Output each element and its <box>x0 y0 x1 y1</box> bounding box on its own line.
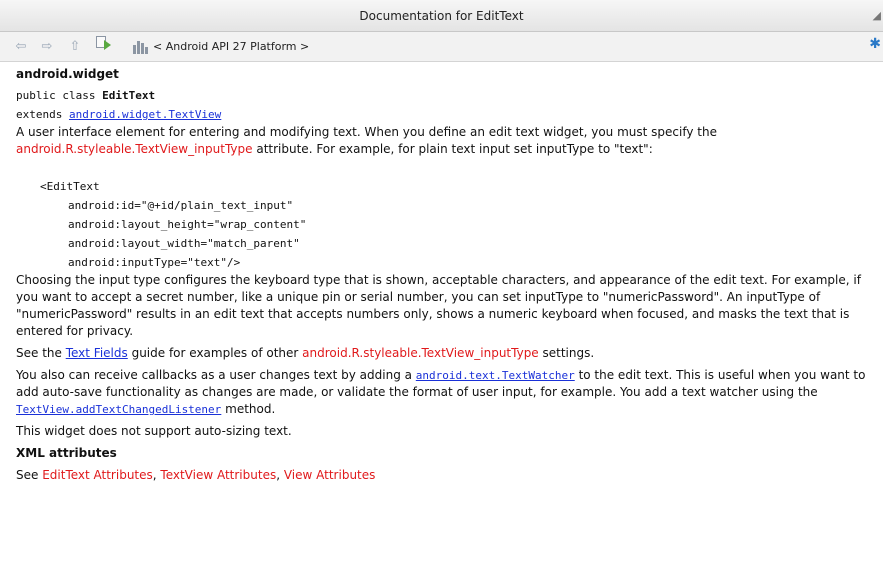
code-line: android:layout_width="match_parent" <box>68 237 300 250</box>
see-text-fields-paragraph: See the Text Fields guide for examples o… <box>16 345 883 362</box>
intro-text-2: attribute. For example, for plain text i… <box>252 142 653 156</box>
window-title: Documentation for EditText <box>359 9 524 23</box>
text-fields-link[interactable]: Text Fields <box>66 346 128 360</box>
p4-prefix: You also can receive callbacks as a user… <box>16 368 416 382</box>
autosizing-note: This widget does not support auto-sizing… <box>16 424 292 438</box>
p3-suffix: settings. <box>538 346 595 360</box>
up-icon[interactable]: ⇧ <box>67 38 83 56</box>
forward-icon[interactable]: ⇨ <box>39 38 55 56</box>
documentation-content: android.widget public class EditText ext… <box>16 66 883 489</box>
code-sample: <EditText android:id="@+id/plain_text_inp… <box>16 163 883 272</box>
code-line: android:inputType="text"/> <box>68 256 241 269</box>
toolbar: ⇦ ⇨ ⇧ <box>0 32 883 62</box>
back-icon[interactable]: ⇦ <box>13 38 29 56</box>
breadcrumb[interactable]: < Android API 27 Platform > <box>153 38 309 56</box>
edittext-attributes-link[interactable]: EditText Attributes <box>42 468 153 482</box>
view-attributes-link[interactable]: View Attributes <box>284 468 376 482</box>
p3-prefix: See the <box>16 346 66 360</box>
extends-link[interactable]: android.widget.TextView <box>69 108 221 121</box>
see-attributes-paragraph: See EditText Attributes, TextView Attrib… <box>16 467 883 484</box>
see-prefix: See <box>16 468 43 482</box>
resize-corner-icon[interactable]: ◢ <box>873 9 881 22</box>
separator: , <box>276 468 284 482</box>
inputtype-reference-2[interactable]: android.R.styleable.TextView_inputType <box>302 346 539 360</box>
decl-prefix: public class <box>16 89 103 102</box>
package-name: android.widget <box>16 67 119 81</box>
class-name: EditText <box>102 89 156 102</box>
title-bar: Documentation for EditText ◢ <box>0 0 883 32</box>
p4-suffix: method. <box>221 402 276 416</box>
intro-paragraph: A user interface element for entering an… <box>16 124 883 158</box>
p3-mid: guide for examples of other <box>127 346 303 360</box>
code-line: android:id="@+id/plain_text_input" <box>68 199 294 212</box>
extends-prefix: extends <box>16 108 69 121</box>
extends-declaration: extends android.widget.TextView <box>16 105 883 124</box>
library-icon <box>133 41 151 54</box>
input-type-paragraph: Choosing the input type configures the k… <box>16 273 861 338</box>
textwatcher-paragraph: You also can receive callbacks as a user… <box>16 367 883 418</box>
xml-attributes-heading: XML attributes <box>16 446 117 460</box>
inputtype-reference[interactable]: android.R.styleable.TextView_inputType <box>16 142 253 156</box>
intro-text-1: A user interface element for entering an… <box>16 125 717 139</box>
textview-attributes-link[interactable]: TextView Attributes <box>160 468 276 482</box>
gear-icon[interactable]: ✱ <box>869 36 881 52</box>
code-open-tag: <EditText <box>40 180 100 193</box>
code-line: android:layout_height="wrap_content" <box>68 218 307 231</box>
class-declaration: public class EditText <box>16 86 883 105</box>
add-text-changed-listener-link[interactable]: TextView.addTextChangedListener <box>16 403 221 416</box>
textwatcher-link[interactable]: android.text.TextWatcher <box>416 369 575 382</box>
